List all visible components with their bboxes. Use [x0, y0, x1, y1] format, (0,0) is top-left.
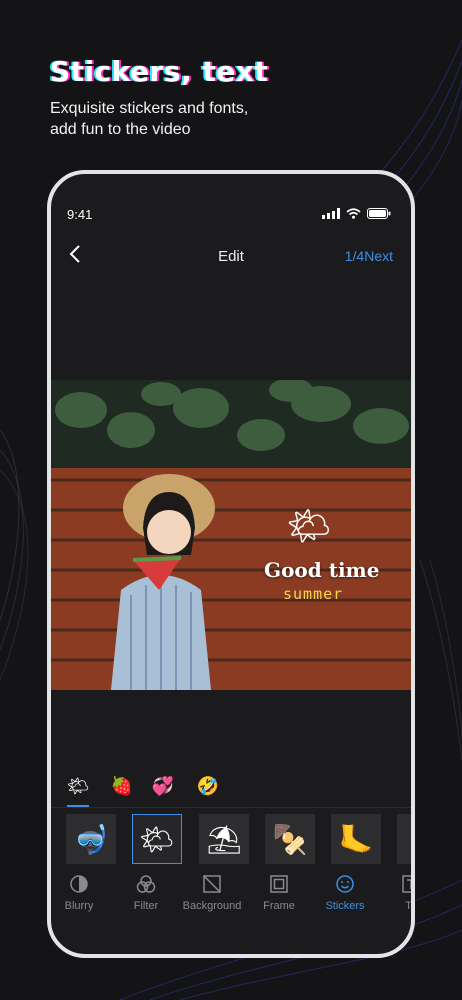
promo-subline-line1: Exquisite stickers and fonts, — [50, 100, 249, 117]
sticker-category-tabs: 🌤 🍓 💞 🤣 — [51, 772, 411, 808]
smiley-icon — [336, 875, 354, 893]
umbrella-icon: ⛱ — [206, 823, 242, 855]
wifi-icon — [346, 208, 361, 219]
tool-stickers[interactable]: Stickers — [310, 874, 380, 912]
promo-subline-line2: add fun to the video — [50, 121, 191, 138]
sticker-category-hearts[interactable]: 💞 — [148, 776, 178, 797]
sun-cloud-overlay-sticker[interactable]: 🌤 — [286, 505, 332, 547]
sticker-category-emoji[interactable]: 🤣 — [193, 776, 223, 797]
photo-scene — [51, 380, 411, 690]
tool-blurry[interactable]: Blurry — [51, 874, 114, 912]
tool-frame[interactable]: Frame — [244, 874, 314, 912]
status-icons — [322, 208, 391, 219]
background-icon — [203, 875, 221, 893]
photo-canvas[interactable]: 🌤 Good time summer — [51, 380, 411, 690]
sticker-item-popsicle[interactable]: 🍢 — [265, 814, 315, 864]
promo-headline: Stickers, text — [50, 55, 269, 88]
sticker-item-sun-cloud[interactable]: 🌤 — [132, 814, 182, 864]
weather-category-icon: 🌤 — [66, 776, 90, 796]
edit-nav-bar: Edit 1/4Next — [51, 236, 411, 276]
overlay-text-title[interactable]: Good time — [264, 558, 379, 582]
battery-icon — [367, 208, 391, 219]
editor-toolbar: Blurry Filter Background Frame Stickers … — [51, 874, 411, 924]
tool-label: Blurry — [64, 900, 94, 912]
frame-icon — [270, 875, 288, 893]
tool-label: Stickers — [325, 900, 365, 912]
sticker-item-partial[interactable] — [397, 814, 411, 864]
snorkel-icon: 🤿 — [73, 823, 109, 855]
sun-cloud-icon: 🌤 — [139, 823, 175, 855]
signal-icon — [322, 208, 340, 219]
filter-icon — [136, 875, 156, 893]
status-time: 9:41 — [67, 207, 93, 222]
tool-label: Filter — [133, 900, 159, 912]
sticker-category-fruit[interactable]: 🍓 — [107, 776, 137, 797]
flippers-icon: 🦶 — [338, 823, 374, 855]
phone-frame: 9:41 Edit 1/4Next 🌤 Good time summer 🌤 🍓… — [47, 170, 415, 958]
hearts-icon: 💞 — [151, 776, 175, 796]
sticker-item-umbrella[interactable]: ⛱ — [199, 814, 249, 864]
laughing-emoji-icon: 🤣 — [196, 776, 220, 796]
sticker-grid: 🤿 🌤 ⛱ 🍢 🦶 — [51, 814, 411, 868]
blur-icon — [70, 875, 88, 893]
next-button[interactable]: 1/4Next — [345, 248, 393, 264]
tool-label: Frame — [263, 900, 295, 912]
tool-background[interactable]: Background — [177, 874, 247, 912]
sticker-category-weather[interactable]: 🌤 — [63, 776, 93, 807]
tool-label: Te — [405, 900, 411, 912]
tool-label: Background — [182, 900, 242, 912]
popsicle-icon: 🍢 — [272, 823, 308, 855]
sticker-item-snorkel[interactable]: 🤿 — [66, 814, 116, 864]
status-bar: 9:41 — [51, 174, 411, 234]
tool-text[interactable]: Te — [376, 874, 411, 912]
text-icon — [402, 875, 411, 893]
sticker-item-flippers[interactable]: 🦶 — [331, 814, 381, 864]
overlay-text-subtitle[interactable]: summer — [283, 585, 343, 603]
tool-filter[interactable]: Filter — [111, 874, 181, 912]
strawberry-icon: 🍓 — [110, 776, 134, 796]
promo-subline: Exquisite stickers and fonts, add fun to… — [50, 98, 350, 140]
